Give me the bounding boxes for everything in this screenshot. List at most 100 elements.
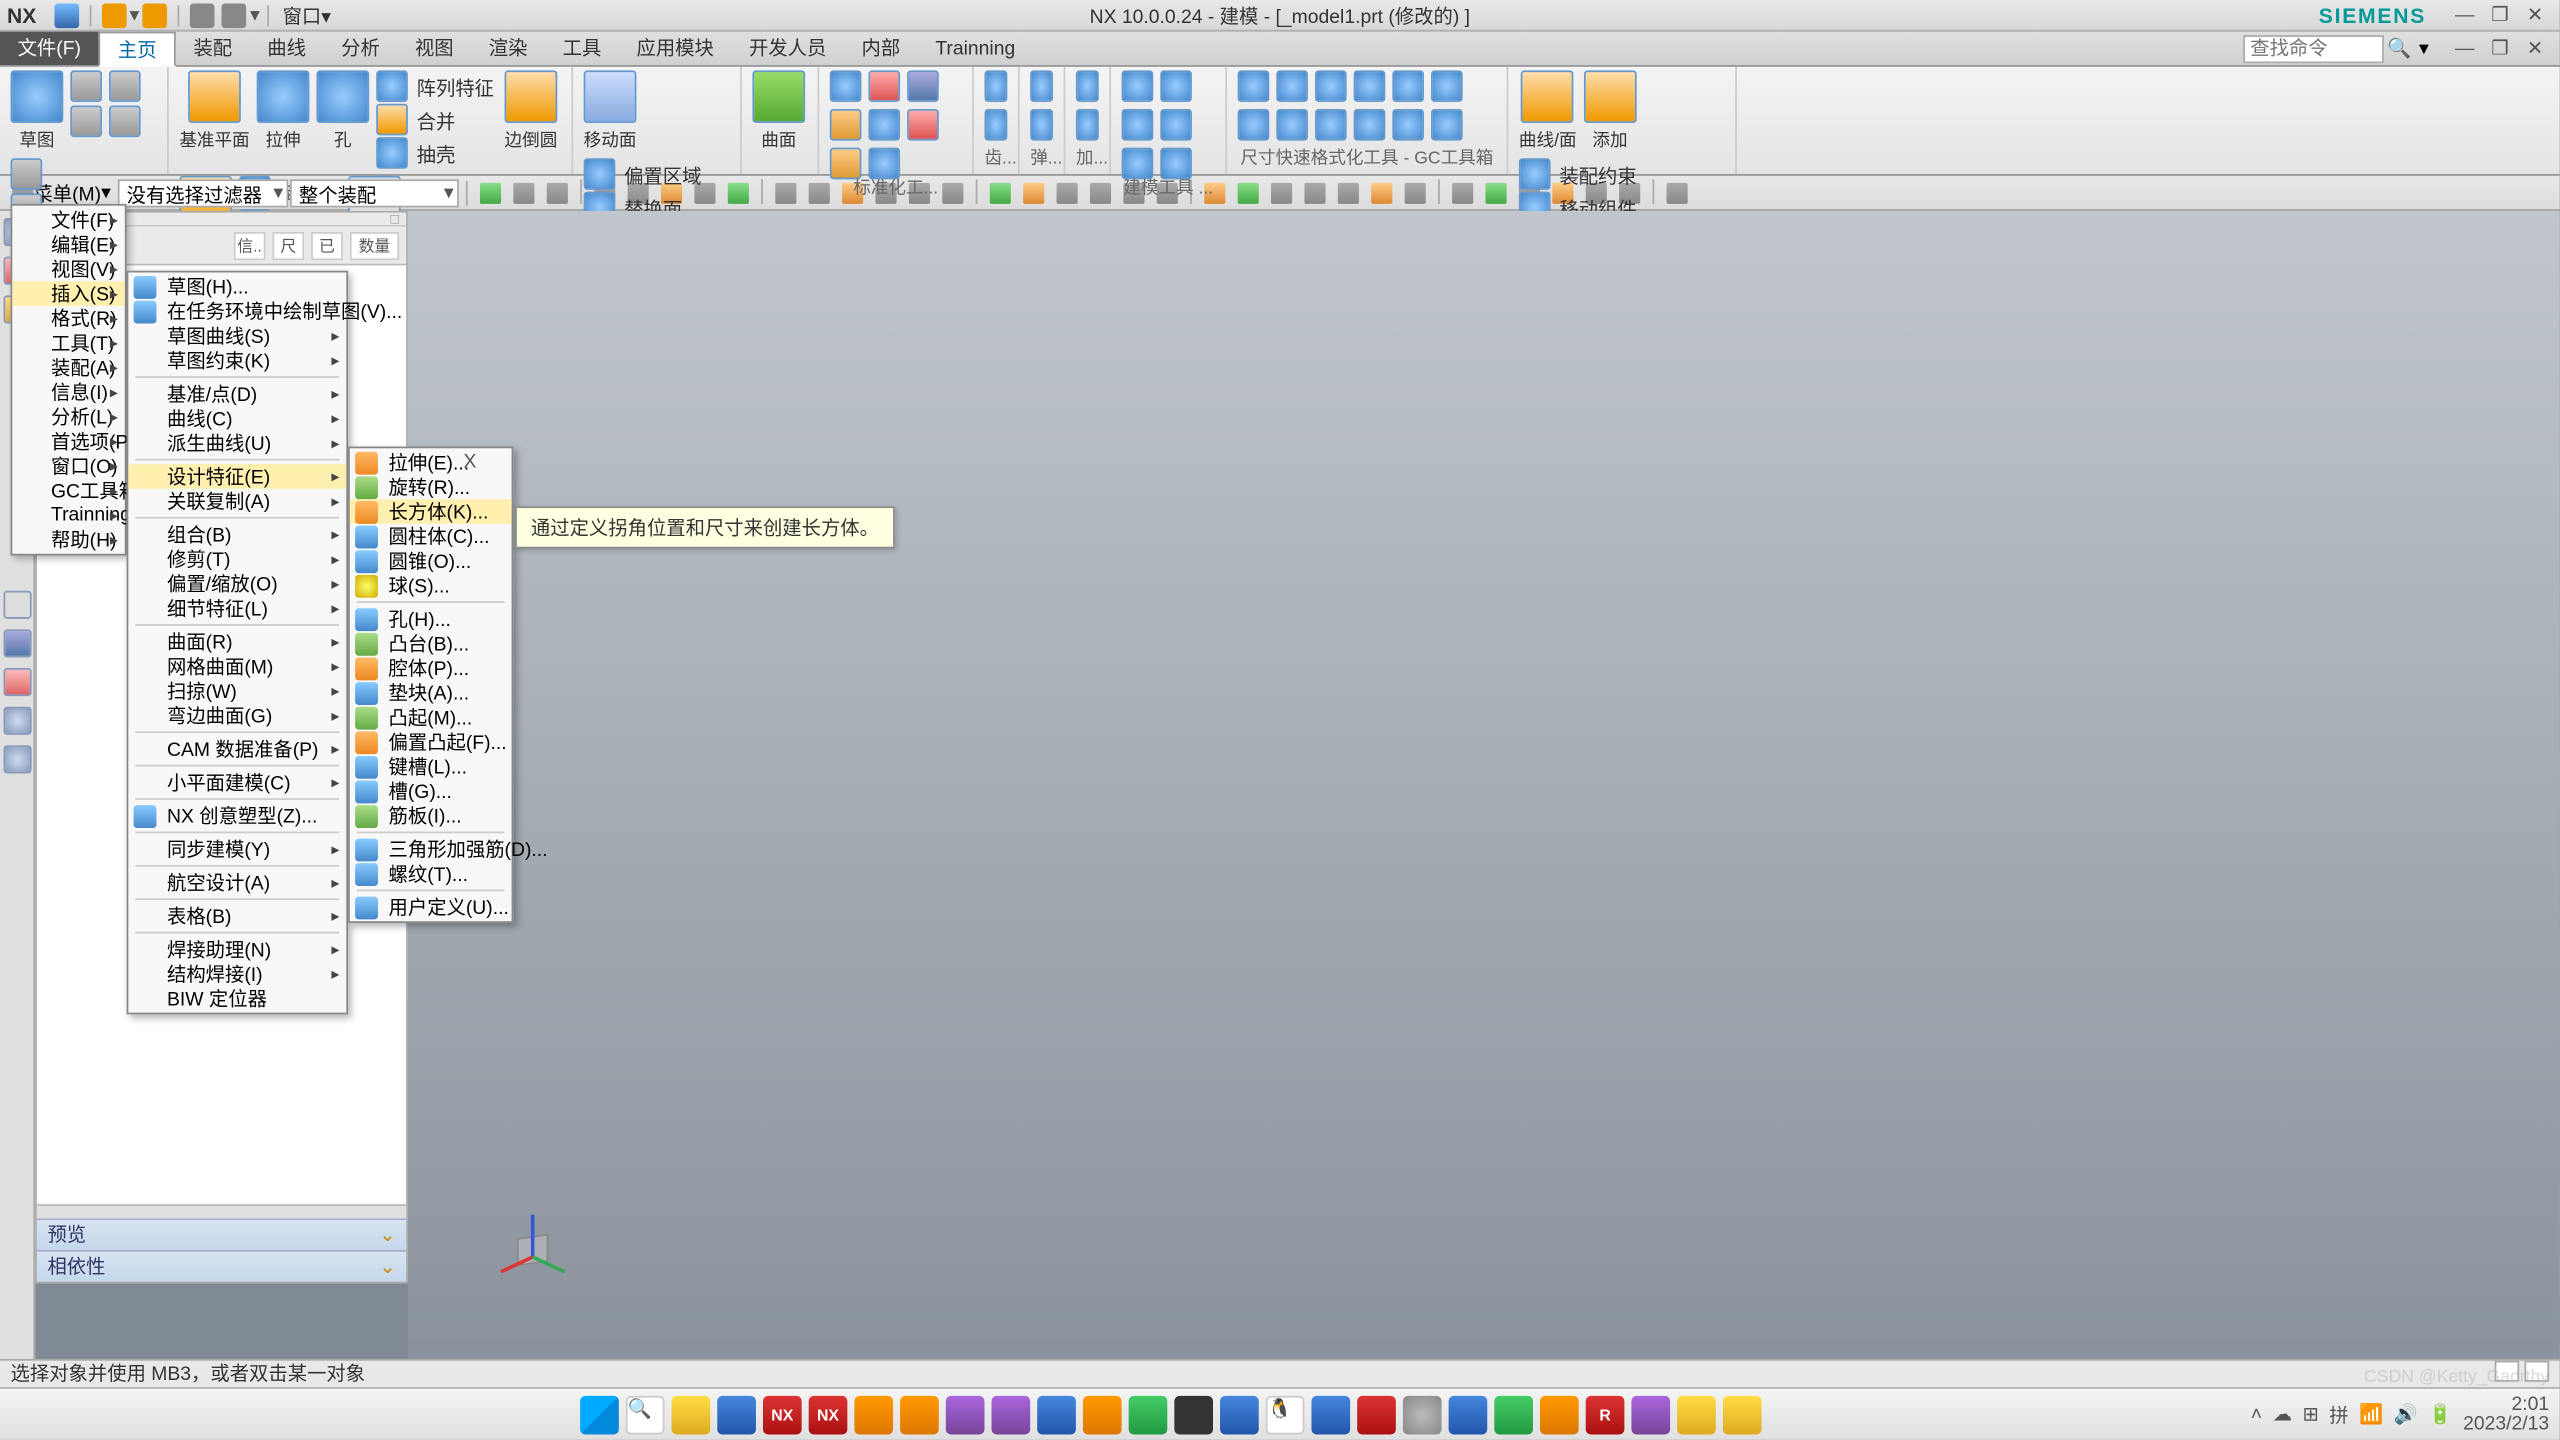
child-close[interactable]: ✕ [2517, 36, 2552, 61]
tab-curve[interactable]: 曲线 [250, 32, 324, 65]
menu-item[interactable]: 在任务环境中绘制草图(V)... [128, 299, 346, 324]
app-icon[interactable] [900, 1395, 939, 1434]
menu-item[interactable]: 网格曲面(M)▸ [128, 654, 346, 679]
menu-item[interactable]: 修剪(T)▸ [128, 547, 346, 572]
std-icon[interactable] [830, 70, 862, 102]
menu-item[interactable]: 编辑(E)▸ [12, 232, 125, 257]
sketch-button[interactable]: 直接草图草图 [11, 70, 64, 151]
tray-chevron-icon[interactable]: ˄ [2251, 1404, 2262, 1425]
restore-button[interactable]: ❐ [2482, 3, 2517, 28]
asm-constraint-button[interactable]: 装配约束 [1519, 158, 1640, 190]
nx-icon[interactable]: NX [809, 1395, 848, 1434]
offset-region-button[interactable]: 偏置区域 [584, 158, 705, 190]
tab-view[interactable]: 视图 [397, 32, 471, 65]
search-taskbar-icon[interactable]: 🔍 [626, 1395, 665, 1434]
move-face-button[interactable]: 移动面 [584, 70, 637, 151]
panel-tab[interactable]: 信.. [234, 231, 266, 259]
help-dropdown-icon[interactable]: ▾ [2419, 36, 2444, 61]
std-icon[interactable] [868, 148, 900, 180]
mt-icon[interactable] [1122, 148, 1154, 180]
command-search[interactable] [2243, 34, 2384, 62]
undo-icon[interactable] [101, 3, 126, 28]
edge-icon[interactable] [717, 1395, 756, 1434]
gc-icon[interactable] [1315, 109, 1347, 141]
app-icon[interactable] [1677, 1395, 1716, 1434]
wechat-icon[interactable] [1129, 1395, 1168, 1434]
menu-item[interactable]: 组合(B)▸ [128, 522, 346, 547]
tab-file[interactable]: 文件(F) [0, 32, 99, 65]
tab-analysis[interactable]: 分析 [324, 32, 398, 65]
start-button[interactable] [580, 1395, 619, 1434]
dependency-accordion[interactable]: 相依性⌄ [37, 1250, 406, 1282]
app-icon[interactable] [1037, 1395, 1076, 1434]
menu-item[interactable]: BIW 定位器 [128, 986, 346, 1011]
menu-item[interactable]: 信息(I)▸ [12, 380, 125, 405]
menu-item[interactable]: 键槽(L)... [350, 754, 512, 779]
menu-item[interactable]: 扫掠(W)▸ [128, 679, 346, 704]
menu-item[interactable]: 分析(L)▸ [12, 404, 125, 429]
nx-icon[interactable]: NX [763, 1395, 802, 1434]
child-restore[interactable]: ❐ [2482, 36, 2517, 61]
clock[interactable]: 2:012023/2/13 [2463, 1395, 2549, 1434]
network-icon[interactable]: 📶 [2359, 1403, 2383, 1426]
add-comp-button[interactable]: 添加 [1584, 70, 1637, 151]
vs-icon[interactable] [992, 1395, 1031, 1434]
datum-button[interactable]: 基准平面 [179, 70, 249, 168]
menu-item[interactable]: 三角形加强筋(D)... [350, 837, 512, 862]
battery-icon[interactable]: 🔋 [2428, 1403, 2452, 1426]
tab-app[interactable]: 应用模块 [619, 32, 732, 65]
menu-item[interactable]: 偏置/缩放(O)▸ [128, 571, 346, 596]
menu-item[interactable]: 凸台(B)... [350, 631, 512, 656]
menu-item[interactable]: 小平面建模(C)▸ [128, 770, 346, 795]
menu-item[interactable]: 插入(S)▸ [12, 281, 125, 306]
menu-item[interactable]: 球(S)... [350, 573, 512, 598]
tab-internal[interactable]: 内部 [844, 32, 918, 65]
matlab-icon[interactable] [1540, 1395, 1579, 1434]
arc-icon[interactable] [70, 105, 102, 137]
browser-icon[interactable] [4, 745, 32, 773]
menu-item[interactable]: 腔体(P)... [350, 656, 512, 681]
app-icon[interactable] [854, 1395, 893, 1434]
menu-item[interactable]: 表格(B)▸ [128, 904, 346, 929]
gc-icon[interactable] [1276, 70, 1308, 102]
app-icon[interactable]: R [1586, 1395, 1625, 1434]
gc-icon[interactable] [1238, 109, 1270, 141]
line-icon[interactable] [70, 70, 102, 102]
panel-scrollbar[interactable] [37, 1204, 406, 1218]
mt-icon[interactable] [1122, 70, 1154, 102]
menu-item[interactable]: 筋板(I)... [350, 803, 512, 828]
selbar-button[interactable] [1085, 178, 1117, 206]
menu-item[interactable]: 派生曲线(U)▸ [128, 431, 346, 456]
redo-icon[interactable] [143, 3, 168, 28]
hd3d-icon[interactable] [4, 707, 32, 735]
point-icon[interactable] [11, 158, 43, 190]
mt-icon[interactable] [1160, 70, 1192, 102]
roles-icon[interactable] [4, 629, 32, 657]
app-icon[interactable] [1311, 1395, 1350, 1434]
edge-blend-button[interactable]: 边倒圆 [505, 70, 558, 168]
menu-item[interactable]: 拉伸(E)...X [350, 450, 512, 475]
panel-tab[interactable]: 数量 [350, 231, 399, 259]
menu-item[interactable]: 圆锥(O)... [350, 548, 512, 573]
selbar-button[interactable] [1051, 178, 1083, 206]
menu-item[interactable]: 草图(H)... [128, 274, 346, 299]
shell-button[interactable]: 抽壳 [376, 137, 497, 169]
selbar-button[interactable] [985, 178, 1017, 206]
tab-assembly[interactable]: 装配 [176, 32, 250, 65]
menu-item[interactable]: GC工具箱▸ [12, 478, 125, 503]
app-icon[interactable] [1449, 1395, 1488, 1434]
hole-button[interactable]: 孔 [316, 70, 369, 168]
gc-icon[interactable] [1276, 109, 1308, 141]
add-icon[interactable] [1076, 70, 1099, 102]
onedrive-icon[interactable]: ☁ [2273, 1403, 2292, 1426]
spring-icon[interactable] [1030, 109, 1053, 141]
tab-home[interactable]: 主页 [99, 32, 176, 67]
excel-icon[interactable] [1494, 1395, 1533, 1434]
menu-item[interactable]: 窗口(O)▸ [12, 454, 125, 479]
menu-item[interactable]: 帮助(H)▸ [12, 527, 125, 552]
menu-item[interactable]: 垫块(A)... [350, 680, 512, 705]
vs-icon[interactable] [946, 1395, 985, 1434]
gc-icon[interactable] [1392, 109, 1424, 141]
mt-icon[interactable] [1160, 148, 1192, 180]
menu-item[interactable]: 凸起(M)... [350, 705, 512, 730]
